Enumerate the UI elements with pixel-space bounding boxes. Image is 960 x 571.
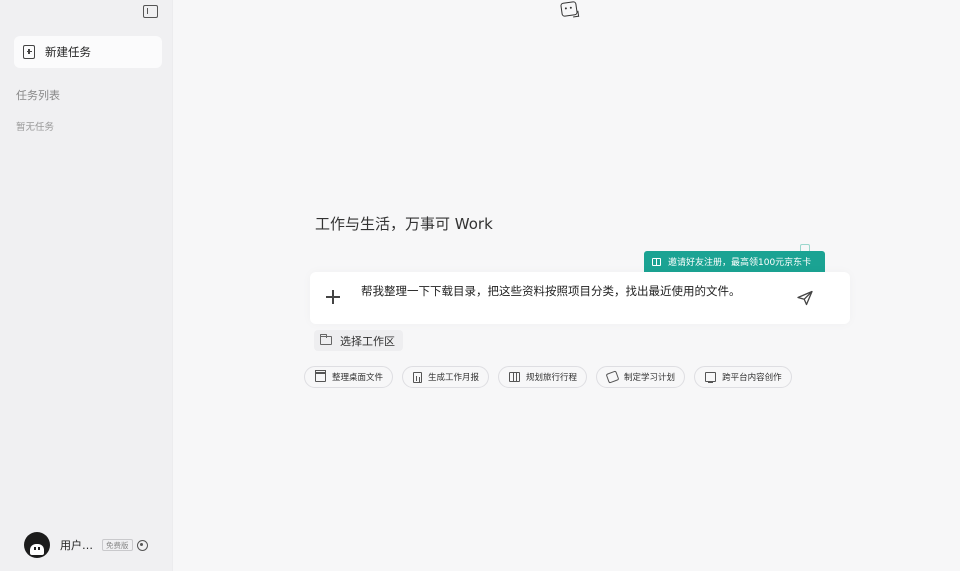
sidebar: 新建任务 任务列表 暂无任务 用户… 免费版 [0, 0, 173, 571]
new-task-button[interactable]: 新建任务 [14, 36, 162, 68]
task-list-empty-text: 暂无任务 [16, 122, 55, 133]
prompt-input[interactable]: 帮我整理一下下载目录，把这些资料按照项目分类，找出最近使用的文件。 [361, 284, 771, 299]
suggestion-label: 规划旅行行程 [526, 373, 578, 383]
new-task-label: 新建任务 [45, 45, 91, 59]
send-button[interactable] [796, 290, 814, 306]
promo-text: 邀请好友注册，最高领100元京东卡 [668, 258, 812, 268]
suggestion-chip[interactable]: 整理桌面文件 [304, 366, 394, 388]
gear-icon[interactable] [136, 539, 148, 551]
folder-icon [320, 334, 332, 345]
sidebar-toggle-icon[interactable] [143, 5, 158, 18]
page-headline: 工作与生活，万事可 Work [315, 215, 493, 233]
suggestion-chip[interactable]: 跨平台内容创作 [694, 366, 792, 388]
app-logo-icon [560, 0, 578, 18]
gift-icon [652, 257, 661, 266]
monitor-icon [705, 372, 717, 384]
suggestion-label: 制定学习计划 [624, 373, 676, 383]
user-profile[interactable]: 用户… 免费版 [24, 532, 148, 558]
select-workspace-button[interactable]: 选择工作区 [314, 330, 403, 351]
new-document-icon [23, 45, 35, 59]
suggestion-chip[interactable]: 规划旅行行程 [498, 366, 588, 388]
workspace-label: 选择工作区 [340, 334, 395, 348]
main-area: 工作与生活，万事可 Work 邀请好友注册，最高领100元京东卡 帮我整理一下下… [173, 0, 960, 571]
pen-icon [605, 370, 620, 384]
map-icon [509, 372, 521, 382]
suggestion-chip[interactable]: 生成工作月报 [402, 366, 490, 388]
send-icon [797, 290, 813, 306]
add-attachment-button[interactable] [324, 288, 342, 306]
suggestion-label: 跨平台内容创作 [722, 373, 782, 383]
invite-promo-banner[interactable]: 邀请好友注册，最高领100元京东卡 [644, 251, 825, 272]
avatar[interactable] [24, 532, 50, 558]
calculator-icon [413, 371, 423, 383]
task-list-title: 任务列表 [16, 89, 60, 102]
app-window: 新建任务 任务列表 暂无任务 用户… 免费版 工作与生活，万事可 Work 邀请… [0, 0, 960, 571]
suggestion-chip[interactable]: 制定学习计划 [596, 366, 686, 388]
prompt-input-box[interactable]: 帮我整理一下下载目录，把这些资料按照项目分类，找出最近使用的文件。 [310, 272, 850, 324]
archive-box-icon [315, 370, 326, 382]
suggestion-label: 生成工作月报 [428, 373, 480, 383]
user-name: 用户… [60, 539, 93, 552]
plan-badge: 免费版 [102, 539, 133, 551]
suggestion-label: 整理桌面文件 [332, 373, 384, 383]
suggestion-chips: 整理桌面文件 生成工作月报 规划旅行行程 制定学习计划 跨平台内容创作 [304, 366, 792, 388]
